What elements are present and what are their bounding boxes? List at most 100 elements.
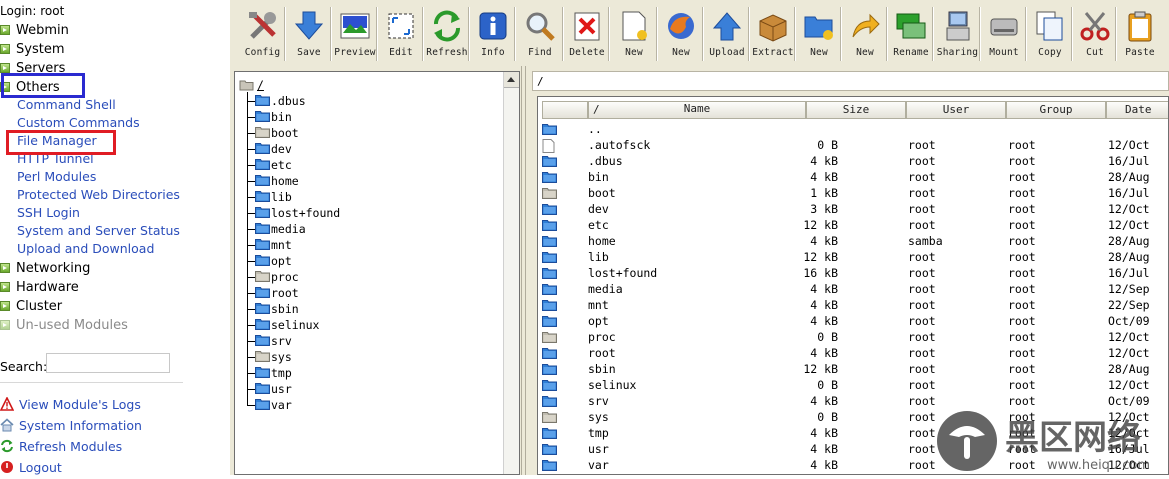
file-row[interactable]: bin 4 kB root root 28/Aug: [538, 169, 1168, 185]
toolbar-find-button[interactable]: Find: [516, 5, 564, 61]
tree-folder[interactable]: mnt: [255, 237, 292, 253]
toolbar-preview-button[interactable]: Preview: [332, 5, 378, 61]
tree-folder[interactable]: tmp: [255, 365, 292, 381]
file-row[interactable]: lib 12 kB root root 28/Aug: [538, 249, 1168, 265]
toolbar-cut-button[interactable]: Cut: [1073, 5, 1117, 61]
category-system[interactable]: System: [0, 40, 64, 58]
module-protected-web-directories[interactable]: Protected Web Directories: [17, 187, 180, 202]
toolbar-upload-button[interactable]: Upload: [704, 5, 750, 61]
column-header-name[interactable]: Name: [588, 101, 806, 119]
tree-folder[interactable]: srv: [255, 333, 292, 349]
file-list[interactable]: / Size User Group Date Name .. .autofsck 0…: [537, 96, 1169, 475]
tree-folder[interactable]: lib: [255, 189, 292, 205]
tree-folder[interactable]: sys: [255, 349, 292, 365]
file-date: 16/Jul: [1108, 186, 1150, 200]
tree-folder[interactable]: boot: [255, 125, 299, 141]
category-webmin[interactable]: Webmin: [0, 21, 69, 39]
file-row[interactable]: sbin 12 kB root root 28/Aug: [538, 361, 1168, 377]
toolbar-new-button[interactable]: New: [842, 5, 888, 61]
tree-folder[interactable]: etc: [255, 157, 292, 173]
file-row[interactable]: tmp 4 kB root root 12/Oct: [538, 425, 1168, 441]
file-row[interactable]: sys 0 B root root 12/Oct: [538, 409, 1168, 425]
tree-folder[interactable]: usr: [255, 381, 292, 397]
tree-folder[interactable]: opt: [255, 253, 292, 269]
toolbar-delete-button[interactable]: Delete: [564, 5, 610, 61]
toolbar-config-button[interactable]: Config: [239, 5, 286, 61]
tree-folder[interactable]: dev: [255, 141, 292, 157]
toolbar-refresh-button[interactable]: Refresh: [424, 5, 470, 61]
toolbar-rename-button[interactable]: Rename: [888, 5, 934, 61]
toolbar-mount-button[interactable]: Mount: [981, 5, 1027, 61]
toolbar-sharing-button[interactable]: Sharing: [934, 5, 981, 61]
file-row[interactable]: srv 4 kB root root Oct/09: [538, 393, 1168, 409]
tree-folder[interactable]: var: [255, 397, 292, 413]
category-unused-modules[interactable]: Un-used Modules: [0, 316, 128, 334]
module-perl-modules[interactable]: Perl Modules: [17, 169, 96, 184]
file-row[interactable]: etc 12 kB root root 12/Oct: [538, 217, 1168, 233]
file-row[interactable]: dev 3 kB root root 12/Oct: [538, 201, 1168, 217]
file-row[interactable]: home 4 kB samba root 28/Aug: [538, 233, 1168, 249]
file-row[interactable]: boot 1 kB root root 16/Jul: [538, 185, 1168, 201]
login-label: Login: root: [0, 4, 65, 18]
file-row[interactable]: ..: [538, 121, 1168, 137]
tree-folder[interactable]: home: [255, 173, 299, 189]
module-custom-commands[interactable]: Custom Commands: [17, 115, 140, 130]
file-row[interactable]: root 4 kB root root 12/Oct: [538, 345, 1168, 361]
tree-folder[interactable]: lost+found: [255, 205, 340, 221]
file-row[interactable]: opt 4 kB root root Oct/09: [538, 313, 1168, 329]
tree-folder[interactable]: media: [255, 221, 306, 237]
logout-link[interactable]: Logout: [0, 458, 62, 476]
tree-folder[interactable]: proc: [255, 269, 299, 285]
system-information-link[interactable]: System Information: [0, 416, 142, 434]
toolbar-save-button[interactable]: Save: [286, 5, 332, 61]
tree-folder[interactable]: bin: [255, 109, 292, 125]
toolbar-new-button[interactable]: New: [796, 5, 842, 61]
file-row[interactable]: proc 0 B root root 12/Oct: [538, 329, 1168, 345]
tree-folder[interactable]: root: [255, 285, 299, 301]
search-input[interactable]: [46, 353, 170, 373]
column-header-date[interactable]: Date: [1106, 101, 1168, 119]
refresh-modules-link[interactable]: Refresh Modules: [0, 437, 122, 455]
scroll-up-arrow-icon[interactable]: [504, 72, 519, 88]
toolbar-info-button[interactable]: Info: [470, 5, 516, 61]
view-module-logs-link[interactable]: View Module's Logs: [0, 395, 141, 413]
category-cluster[interactable]: Cluster: [0, 297, 62, 315]
folder-icon: [255, 318, 270, 333]
tree-scrollbar[interactable]: [503, 72, 519, 474]
file-date: 12/Oct: [1108, 346, 1150, 360]
toolbar-new-button[interactable]: New: [610, 5, 658, 61]
panel-splitter[interactable]: [520, 66, 528, 475]
toolbar-paste-button[interactable]: Paste: [1117, 5, 1163, 61]
toolbar-edit-button[interactable]: Edit: [378, 5, 424, 61]
directory-tree[interactable]: / .dbus bin boot dev etc home lib lost+found med…: [234, 71, 520, 475]
toolbar-new-button[interactable]: New: [658, 5, 704, 61]
column-header-user[interactable]: User: [906, 101, 1006, 119]
file-date: 12/Oct: [1108, 426, 1150, 440]
file-row[interactable]: .autofsck 0 B root root 12/Oct: [538, 137, 1168, 153]
file-row[interactable]: mnt 4 kB root root 22/Sep: [538, 297, 1168, 313]
column-header-icon[interactable]: [542, 101, 588, 119]
tree-folder-label: etc: [271, 158, 292, 172]
path-bar[interactable]: /: [532, 71, 1169, 91]
category-hardware[interactable]: Hardware: [0, 278, 79, 296]
module-system-server-status[interactable]: System and Server Status: [17, 223, 180, 238]
file-row[interactable]: selinux 0 B root root 12/Oct: [538, 377, 1168, 393]
module-ssh-login[interactable]: SSH Login: [17, 205, 80, 220]
file-row[interactable]: lost+found 16 kB root root 16/Jul: [538, 265, 1168, 281]
file-row[interactable]: .dbus 4 kB root root 16/Jul: [538, 153, 1168, 169]
tree-folder[interactable]: .dbus: [255, 93, 306, 109]
module-command-shell[interactable]: Command Shell: [17, 97, 116, 112]
column-header-group[interactable]: Group: [1006, 101, 1106, 119]
category-networking[interactable]: Networking: [0, 259, 90, 277]
column-header-size[interactable]: Size: [806, 101, 906, 119]
module-upload-download[interactable]: Upload and Download: [17, 241, 154, 256]
file-row[interactable]: usr 4 kB root root 16/Jul: [538, 441, 1168, 457]
tree-root[interactable]: /: [239, 78, 264, 92]
file-row[interactable]: media 4 kB root root 12/Sep: [538, 281, 1168, 297]
toolbar-copy-button[interactable]: Copy: [1027, 5, 1073, 61]
file-row[interactable]: var 4 kB root root 12/Oct: [538, 457, 1168, 473]
toolbar-extract-button[interactable]: Extract: [750, 5, 796, 61]
tree-folder[interactable]: sbin: [255, 301, 299, 317]
file-date: 12/Oct: [1108, 378, 1150, 392]
tree-folder[interactable]: selinux: [255, 317, 319, 333]
